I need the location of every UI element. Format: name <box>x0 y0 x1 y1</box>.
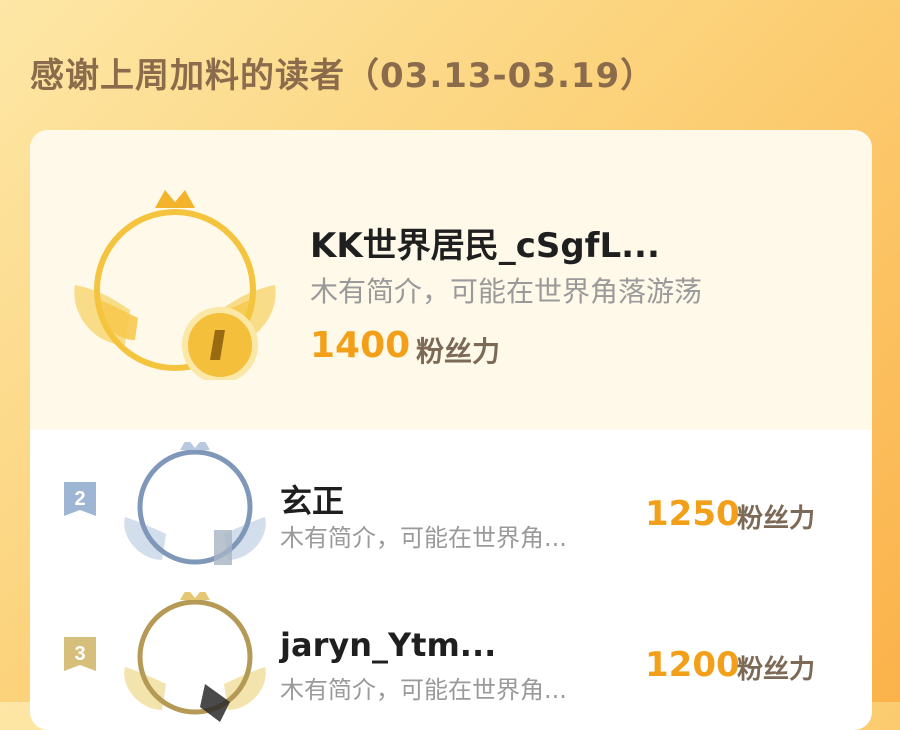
page-title: 感谢上周加料的读者（03.13-03.19） <box>30 56 656 96</box>
rank-2-badge: 2 <box>60 480 100 520</box>
rank-3-frame-graphic <box>124 588 266 722</box>
rank-1-name[interactable]: KK世界居民_cSgfL... <box>310 218 660 267</box>
rank-3-score-unit: 粉丝力 <box>737 655 816 685</box>
rank-3-score: 1200 <box>645 645 740 685</box>
rank-3-desc: 木有简介，可能在世界角... <box>280 676 567 704</box>
rank-2-avatar-frame[interactable] <box>120 438 270 572</box>
rank-3-badge-graphic: 3 <box>64 637 96 671</box>
rank-2-frame-graphic <box>124 438 266 565</box>
rank-1-desc: 木有简介，可能在世界角落游荡 <box>310 275 703 308</box>
leaderboard-card: KK世界居民_cSgfL... 木有简介，可能在世界角落游荡 1400 粉丝力 … <box>30 130 872 730</box>
rank-2-name[interactable]: 玄正 <box>280 476 344 522</box>
rank-2-score: 1250 <box>645 494 740 534</box>
rank-2-desc: 木有简介，可能在世界角... <box>280 524 567 552</box>
rank-1-score-unit: 粉丝力 <box>416 335 501 368</box>
rank-3-badge: 3 <box>60 635 100 675</box>
rank-1-frame-graphic <box>74 190 276 383</box>
rank-3-avatar-frame[interactable] <box>120 588 270 722</box>
rank-2-number: 2 <box>74 488 85 510</box>
rank-3-name[interactable]: jaryn_Ytm... <box>280 626 496 664</box>
rank-1-avatar-frame[interactable] <box>70 180 280 383</box>
rank-2-score-unit: 粉丝力 <box>737 504 816 534</box>
rank-1-score: 1400 <box>310 325 411 366</box>
rank-3-number: 3 <box>74 643 85 665</box>
rank-2-badge-graphic: 2 <box>64 482 96 516</box>
